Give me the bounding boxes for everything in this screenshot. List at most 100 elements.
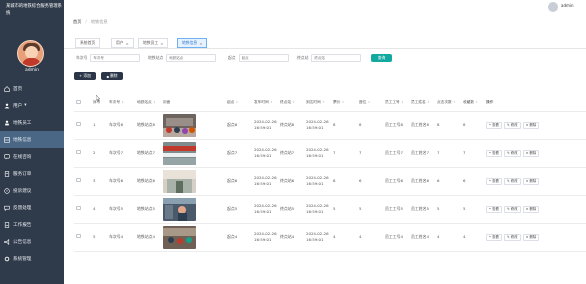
close-icon: × — [525, 179, 529, 183]
top-username[interactable]: admin — [561, 3, 574, 8]
edit-button[interactable]: ✎ 修改 — [503, 121, 521, 129]
view-button[interactable]: • 查看 — [486, 205, 502, 213]
train-number-input[interactable] — [90, 53, 141, 62]
eye-icon: • — [489, 151, 491, 155]
sidebar-item-report[interactable]: 工作报告 — [0, 216, 64, 233]
end-station-input[interactable] — [311, 53, 362, 62]
avatar[interactable] — [17, 40, 44, 67]
tab-staff[interactable]: 地铁员工 × — [138, 38, 169, 48]
home-icon — [4, 85, 13, 92]
cover-image[interactable] — [161, 195, 225, 224]
sidebar-item-staff[interactable]: 地铁员工 — [0, 114, 64, 131]
sidebar-item-label: 反馈处理 — [13, 205, 32, 211]
sidebar-item-notice[interactable]: 公告信息 — [0, 233, 64, 250]
header-departure[interactable]: 发车时间 ⇕ — [252, 95, 278, 112]
cell-arr: 2024-02-26 16:59:01 — [304, 223, 331, 252]
header-favorites[interactable]: 收藏数 ⇕ — [461, 95, 484, 112]
search-button[interactable]: 查询 — [371, 54, 392, 62]
cover-image[interactable] — [161, 111, 225, 140]
row-delete-button[interactable]: × 删除 — [522, 205, 540, 213]
close-icon[interactable]: × — [160, 41, 163, 46]
delete-button[interactable]: ▪ 删除 — [101, 72, 123, 80]
breadcrumb: 首页 / 地铁信息 — [73, 19, 108, 25]
cell-dep: 2024-02-26 16:59:01 — [252, 111, 278, 140]
cell-arr: 2024-02-26 16:59:01 — [304, 167, 331, 196]
add-button[interactable]: + 添加 — [74, 72, 96, 80]
row-delete-button[interactable]: × 删除 — [522, 177, 540, 185]
top-avatar[interactable] — [548, 2, 558, 12]
cell-train: 车次号5 — [107, 195, 135, 224]
select-all-checkbox[interactable] — [74, 95, 91, 112]
breadcrumb-home[interactable]: 首页 — [73, 19, 81, 25]
row-checkbox[interactable] — [74, 223, 91, 252]
header-price[interactable]: 票价 ⇕ — [331, 95, 357, 112]
order-icon — [4, 170, 13, 177]
cell-station: 地铁站点8 — [135, 111, 161, 140]
cell-end: 终点站8 — [278, 111, 304, 140]
top-bar — [64, 0, 586, 14]
staff-icon — [4, 120, 13, 126]
row-checkbox[interactable] — [74, 167, 91, 196]
edit-button[interactable]: ✎ 修改 — [503, 205, 521, 213]
header-train[interactable]: 车次号 ⇕ — [107, 95, 135, 112]
edit-icon: ✎ — [506, 179, 510, 183]
edit-button[interactable]: ✎ 修改 — [503, 149, 521, 157]
cell-ename: 员工姓名5 — [409, 195, 435, 224]
cell-end: 终点站4 — [278, 223, 304, 252]
chevron-down-icon: ▾ — [24, 103, 27, 108]
edit-button[interactable]: ✎ 修改 — [503, 177, 521, 185]
cover-image[interactable] — [161, 223, 225, 252]
cover-image[interactable] — [161, 167, 225, 196]
sidebar-item-complaint[interactable]: 投诉建议 — [0, 182, 64, 199]
cover-image[interactable] — [161, 139, 225, 168]
header-employee-name[interactable]: 员工姓名 ⇕ — [409, 95, 435, 112]
eye-icon: • — [489, 207, 491, 211]
row-delete-button[interactable]: × 删除 — [522, 233, 540, 241]
row-actions: • 查看 ✎ 修改 × 删除 — [484, 167, 586, 196]
header-seat[interactable]: 座位 ⇕ — [357, 95, 383, 112]
cell-station: 地铁站点7 — [135, 139, 161, 168]
close-icon[interactable]: × — [126, 41, 129, 46]
edit-icon: ✎ — [506, 123, 510, 127]
cell-train: 车次号4 — [107, 223, 135, 252]
sort-icon: ⇕ — [235, 100, 239, 105]
sidebar-item-subway-info[interactable]: 地铁信息 — [0, 131, 64, 148]
header-station[interactable]: 地铁站点 ⇕ — [135, 95, 161, 112]
row-checkbox[interactable] — [74, 139, 91, 168]
search-field-end: 终点站 — [297, 53, 362, 62]
header-no: 序号 — [91, 95, 107, 112]
table-row: 3 车次号6 地铁站点6 起点6 2024-02-26 16:59:01 终点站6 2024… — [74, 167, 586, 196]
sidebar-item-feedback[interactable]: 反馈处理 — [0, 199, 64, 216]
sort-icon: ⇕ — [400, 100, 404, 105]
tab-home[interactable]: 系统首页 — [75, 38, 101, 48]
row-delete-button[interactable]: × 删除 — [522, 149, 540, 157]
cell-end: 终点站6 — [278, 167, 304, 196]
header-employee-id[interactable]: 员工工号 ⇕ — [383, 95, 409, 112]
row-checkbox[interactable] — [74, 111, 91, 140]
sidebar-item-settings[interactable]: 系统管理 — [0, 250, 64, 267]
close-icon: × — [525, 151, 529, 155]
header-arrival[interactable]: 到达时间 ⇕ — [304, 95, 331, 112]
cell-station: 地铁站点5 — [135, 195, 161, 224]
edit-button[interactable]: ✎ 修改 — [503, 233, 521, 241]
view-button[interactable]: • 查看 — [486, 177, 502, 185]
close-icon: × — [525, 235, 529, 239]
sidebar-item-home[interactable]: 首页 — [0, 80, 64, 97]
start-input[interactable] — [238, 53, 289, 62]
cell-dep: 2024-02-26 16:59:01 — [252, 223, 278, 252]
view-button[interactable]: • 查看 — [486, 233, 502, 241]
row-delete-button[interactable]: × 删除 — [522, 121, 540, 129]
close-icon[interactable]: × — [199, 41, 202, 46]
sidebar-item-user[interactable]: 用户 ▾ — [0, 97, 64, 114]
sidebar-item-consult[interactable]: 在线咨询 — [0, 148, 64, 165]
header-clicks[interactable]: 点击次数 ⇕ — [435, 95, 461, 112]
tab-users[interactable]: 用户 × — [111, 38, 134, 48]
tab-subway-info[interactable]: 地铁信息 × — [177, 38, 208, 48]
row-checkbox[interactable] — [74, 195, 91, 224]
header-start[interactable]: 起点 ⇕ — [225, 95, 252, 112]
sidebar-item-order[interactable]: 服务订单 — [0, 165, 64, 182]
station-input[interactable] — [166, 53, 217, 62]
header-end[interactable]: 终点站 ⇕ — [278, 95, 304, 112]
view-button[interactable]: • 查看 — [486, 121, 502, 129]
view-button[interactable]: • 查看 — [486, 149, 502, 157]
